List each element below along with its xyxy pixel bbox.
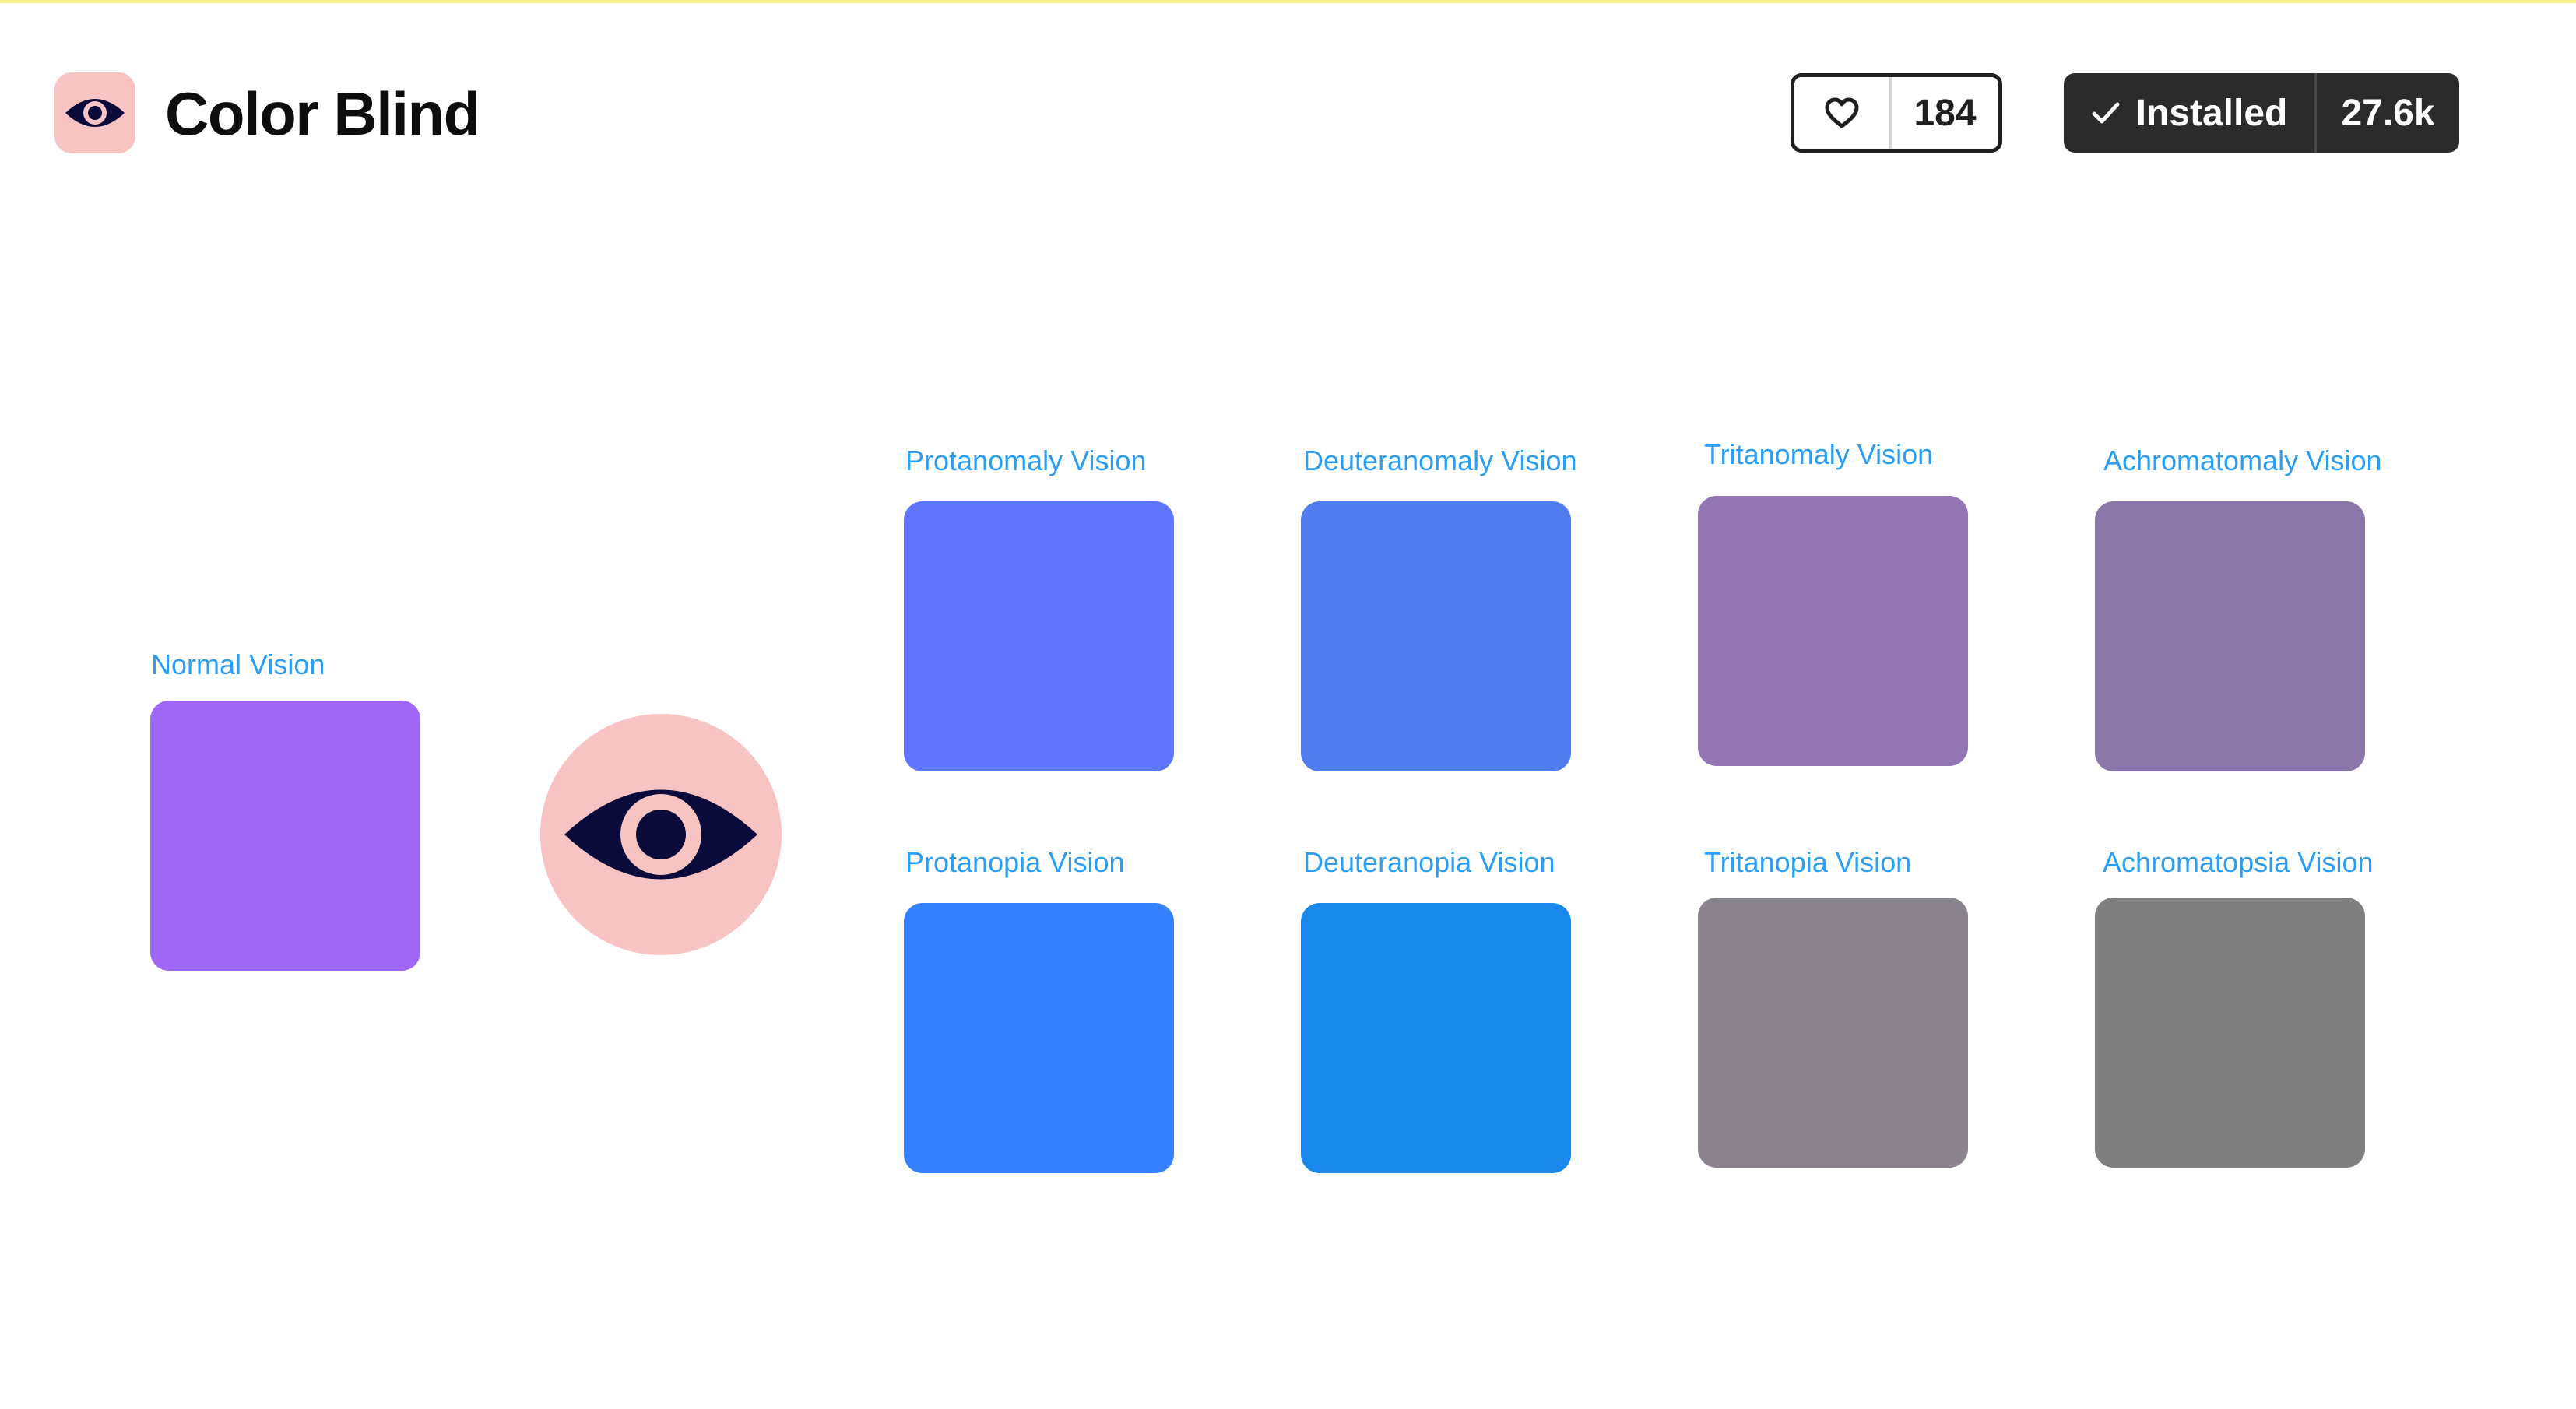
hero-eye-badge <box>540 714 782 955</box>
checkmark-icon <box>2092 102 2120 124</box>
install-count: 27.6k <box>2341 92 2435 134</box>
deuteranomaly-vision-swatch <box>1301 501 1571 771</box>
achromatomaly-vision-swatch <box>2095 501 2365 771</box>
heart-outline-icon <box>1825 97 1859 128</box>
deuteranopia-vision-label: Deuteranopia Vision <box>1303 846 1555 878</box>
app-title: Color Blind <box>165 79 480 148</box>
achromatopsia-vision-label: Achromatopsia Vision <box>2103 846 2374 878</box>
like-button[interactable] <box>1794 77 1892 149</box>
tritanopia-vision-swatch <box>1698 898 1968 1168</box>
like-group: 184 <box>1791 73 2002 153</box>
installed-group: Installed 27.6k <box>2064 73 2459 153</box>
tritanomaly-vision-swatch <box>1698 496 1968 766</box>
eye-icon <box>564 789 757 880</box>
eye-icon <box>65 99 125 127</box>
normal-vision-swatch <box>150 701 420 971</box>
installed-button[interactable]: Installed <box>2064 73 2317 153</box>
protanomaly-vision-label: Protanomaly Vision <box>905 444 1147 476</box>
normal-vision-label: Normal Vision <box>151 648 325 680</box>
tritanopia-vision-label: Tritanopia Vision <box>1704 846 1912 878</box>
protanopia-vision-swatch <box>904 903 1174 1173</box>
achromatopsia-vision-swatch <box>2095 898 2365 1168</box>
installed-label: Installed <box>2135 92 2288 134</box>
protanomaly-vision-swatch <box>904 501 1174 771</box>
like-count: 184 <box>1914 92 1977 134</box>
protanopia-vision-label: Protanopia Vision <box>905 846 1125 878</box>
achromatomaly-vision-label: Achromatomaly Vision <box>2103 444 2382 476</box>
app-icon <box>54 72 135 153</box>
deuteranopia-vision-swatch <box>1301 903 1571 1173</box>
tritanomaly-vision-label: Tritanomaly Vision <box>1704 438 1934 470</box>
top-accent-line <box>0 0 2576 3</box>
deuteranomaly-vision-label: Deuteranomaly Vision <box>1303 444 1577 476</box>
